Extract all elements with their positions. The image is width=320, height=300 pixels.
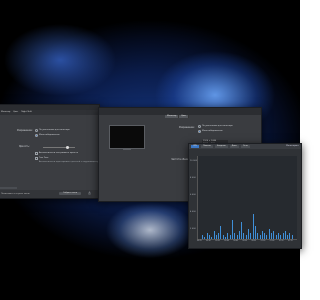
tab-night-shift[interactable]: Night Shift bbox=[21, 111, 32, 114]
radio-default-label: По умолчанию для монитора bbox=[202, 125, 233, 127]
activity-bar bbox=[241, 222, 242, 239]
question-icon[interactable]: ? bbox=[88, 192, 91, 195]
true-tone-label: True Tone bbox=[39, 157, 49, 159]
activity-bar bbox=[259, 234, 261, 239]
resolution-label: Разрешение: bbox=[17, 129, 33, 132]
radio-scaled-label: Масштабированное bbox=[202, 130, 223, 132]
y-tick-label: 6 000 bbox=[190, 194, 196, 196]
activity-bar bbox=[231, 220, 233, 239]
monitor-preview-icon bbox=[109, 125, 145, 149]
segmented-control: Монитор Цвет bbox=[165, 115, 190, 118]
activity-bar bbox=[248, 228, 249, 239]
activity-bar bbox=[254, 226, 256, 239]
activity-bar bbox=[236, 234, 238, 239]
segment-display[interactable]: Монитор bbox=[165, 115, 180, 118]
activity-bar bbox=[252, 213, 254, 239]
activity-bar bbox=[213, 230, 215, 239]
y-tick-label: 10 000 bbox=[190, 160, 197, 162]
activity-bar bbox=[218, 232, 219, 239]
tab-display[interactable]: Монитор bbox=[1, 111, 10, 114]
activity-bar bbox=[225, 236, 226, 239]
radio-scaled[interactable] bbox=[198, 130, 201, 133]
activity-bar bbox=[280, 234, 281, 239]
activity-bar bbox=[282, 232, 284, 239]
status-left-text: Показывать в строке меню bbox=[1, 193, 30, 195]
window-toolbar[interactable] bbox=[99, 108, 261, 115]
activity-bar bbox=[245, 234, 247, 239]
activity-bar bbox=[289, 232, 291, 239]
x-tick-label: 00:35 bbox=[215, 241, 220, 242]
displays-preferences-window[interactable]: Монитор Цвет Night Shift Разрешение: По … bbox=[0, 104, 111, 199]
x-tick-label: 00:25 bbox=[197, 241, 202, 242]
activity-bar bbox=[215, 234, 217, 239]
activity-bar bbox=[220, 226, 222, 239]
monitor-stand-icon bbox=[123, 149, 131, 150]
radio-default-label: По умолчанию для монитора bbox=[39, 129, 70, 131]
activity-bar bbox=[287, 234, 288, 239]
toolbar-right-label: Мониторинг bbox=[286, 145, 299, 148]
activity-bar bbox=[227, 232, 228, 239]
activity-plot bbox=[197, 156, 297, 240]
x-tick-label: 01:10 bbox=[278, 241, 284, 242]
activity-bar bbox=[243, 232, 245, 239]
x-tick-label: 00:40 bbox=[224, 241, 229, 242]
true-tone-checkbox[interactable] bbox=[35, 157, 38, 160]
x-tick-label: 01:05 bbox=[269, 241, 275, 242]
activity-bar bbox=[275, 234, 277, 239]
activity-monitor-window[interactable]: CPU Память Энергия Диск Сеть Мониторинг … bbox=[188, 143, 302, 249]
y-tick-label: 8 000 bbox=[190, 177, 196, 179]
x-tick-label: 01:00 bbox=[260, 241, 266, 242]
brightness-label: Яркость: bbox=[19, 145, 30, 148]
tab-energy[interactable]: Энергия bbox=[214, 145, 228, 148]
collect-windows-button[interactable]: Собрать окна bbox=[59, 192, 81, 195]
tab-cpu[interactable]: CPU bbox=[191, 145, 200, 148]
activity-bar bbox=[264, 232, 265, 239]
auto-brightness-checkbox[interactable] bbox=[35, 152, 38, 155]
tab-disk[interactable]: Диск bbox=[229, 145, 239, 148]
radio-default[interactable] bbox=[198, 125, 201, 128]
tab-memory[interactable]: Память bbox=[201, 145, 213, 148]
activity-bar bbox=[234, 232, 235, 239]
activity-bar bbox=[211, 236, 212, 239]
radio-default[interactable] bbox=[35, 129, 38, 132]
activity-bar bbox=[268, 228, 270, 239]
segment-color[interactable]: Цвет bbox=[179, 115, 190, 118]
tab-bar: Монитор Цвет Night Shift bbox=[0, 110, 99, 115]
activity-bar bbox=[284, 230, 286, 239]
activity-bar bbox=[266, 234, 268, 239]
activity-bar bbox=[202, 234, 203, 239]
tab-color[interactable]: Цвет bbox=[13, 111, 18, 114]
radio-scaled[interactable] bbox=[35, 134, 38, 137]
activity-bar bbox=[273, 230, 274, 239]
activity-bar bbox=[222, 234, 224, 239]
x-tick-label: 00:30 bbox=[206, 241, 211, 242]
activity-bar bbox=[257, 232, 258, 239]
activity-bar bbox=[261, 230, 263, 239]
x-tick-label: 00:50 bbox=[242, 241, 248, 242]
x-tick-label: 00:55 bbox=[251, 241, 257, 242]
activity-toolbar: CPU Память Энергия Диск Сеть Мониторинг bbox=[189, 144, 301, 149]
activity-bar bbox=[204, 236, 205, 239]
activity-bar bbox=[229, 234, 231, 239]
activity-bar bbox=[208, 234, 210, 239]
brightness-slider[interactable] bbox=[43, 146, 75, 149]
activity-bar bbox=[206, 232, 208, 239]
horizontal-scrollbar[interactable] bbox=[0, 187, 17, 189]
x-tick-label: 00:45 bbox=[233, 241, 238, 242]
resolution-label: Разрешение: bbox=[179, 126, 195, 129]
activity-bar bbox=[238, 230, 240, 239]
brightness-slider-knob[interactable] bbox=[65, 146, 69, 149]
activity-bar bbox=[277, 232, 279, 239]
activity-bar bbox=[250, 232, 251, 239]
activity-bar bbox=[291, 234, 293, 239]
y-tick-label: 2 000 bbox=[190, 228, 196, 230]
window-bottom-bar: Показывать в строке меню Собрать окна ? bbox=[0, 190, 99, 198]
auto-brightness-label: Автоматически настраивать яркость bbox=[39, 152, 79, 154]
radio-scaled-label: Масштабированное bbox=[39, 134, 60, 136]
activity-bar bbox=[271, 232, 272, 239]
x-tick-label: 01:15 bbox=[288, 241, 293, 242]
tab-network[interactable]: Сеть bbox=[240, 145, 250, 148]
y-tick-label: 4 000 bbox=[190, 211, 196, 213]
